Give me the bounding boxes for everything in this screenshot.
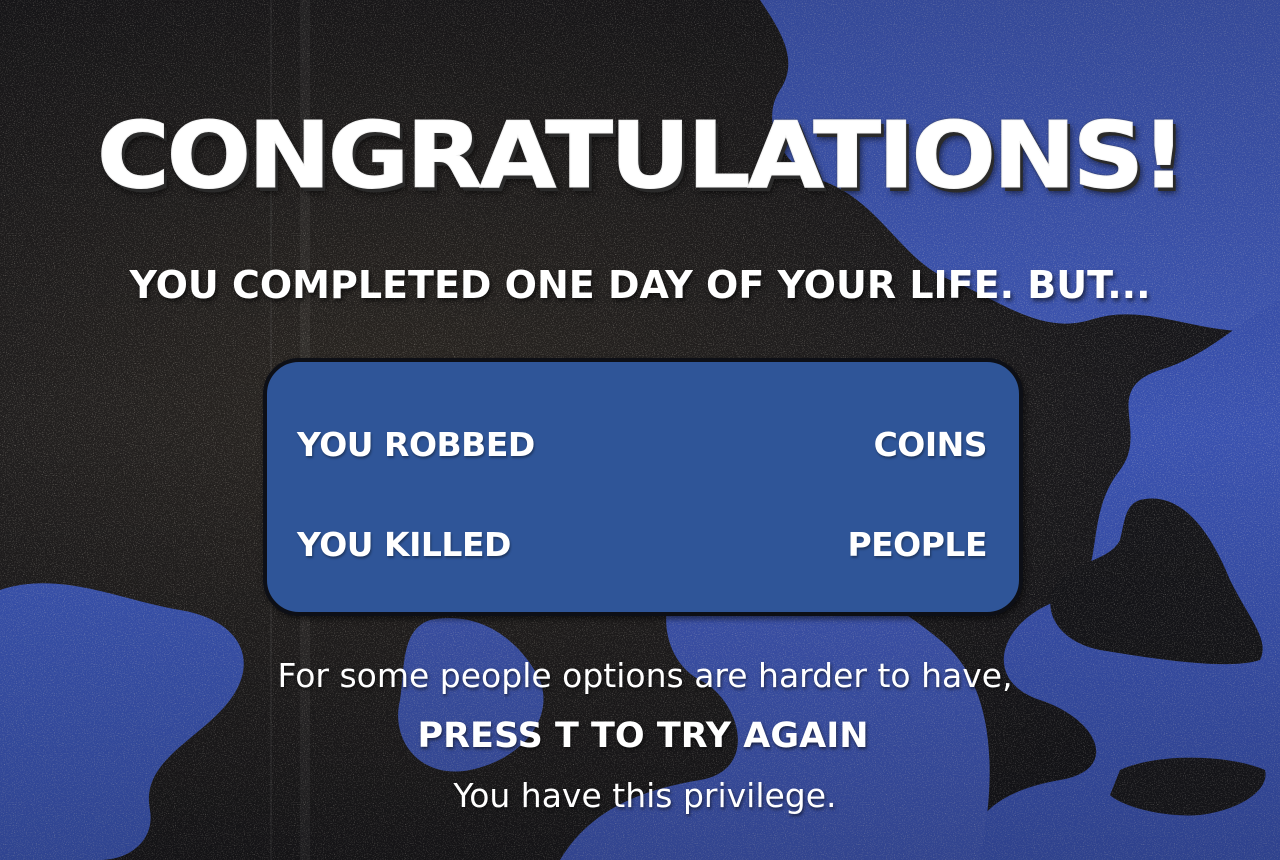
robbed-stat-row: YOU ROBBED COINS: [297, 422, 988, 466]
completion-subtitle: YOU COMPLETED ONE DAY OF YOUR LIFE. BUT.…: [129, 263, 1151, 307]
congratulations-title: CONGRATULATIONS!: [96, 102, 1186, 209]
stats-panel: YOU ROBBED COINS YOU KILLED PEOPLE: [263, 358, 1023, 616]
people-unit-label: PEOPLE: [847, 524, 987, 564]
coins-unit-label: COINS: [873, 424, 988, 464]
robbed-label: YOU ROBBED: [297, 424, 535, 464]
killed-label: YOU KILLED: [297, 524, 511, 564]
killed-stat-row: YOU KILLED PEOPLE: [297, 522, 987, 566]
options-message: For some people options are harder to ha…: [277, 656, 1013, 695]
privilege-message: You have this privilege.: [453, 776, 837, 815]
game-over-screen: CONGRATULATIONS! YOU COMPLETED ONE DAY O…: [0, 0, 1280, 860]
try-again-prompt[interactable]: PRESS T TO TRY AGAIN: [3, 716, 1280, 756]
